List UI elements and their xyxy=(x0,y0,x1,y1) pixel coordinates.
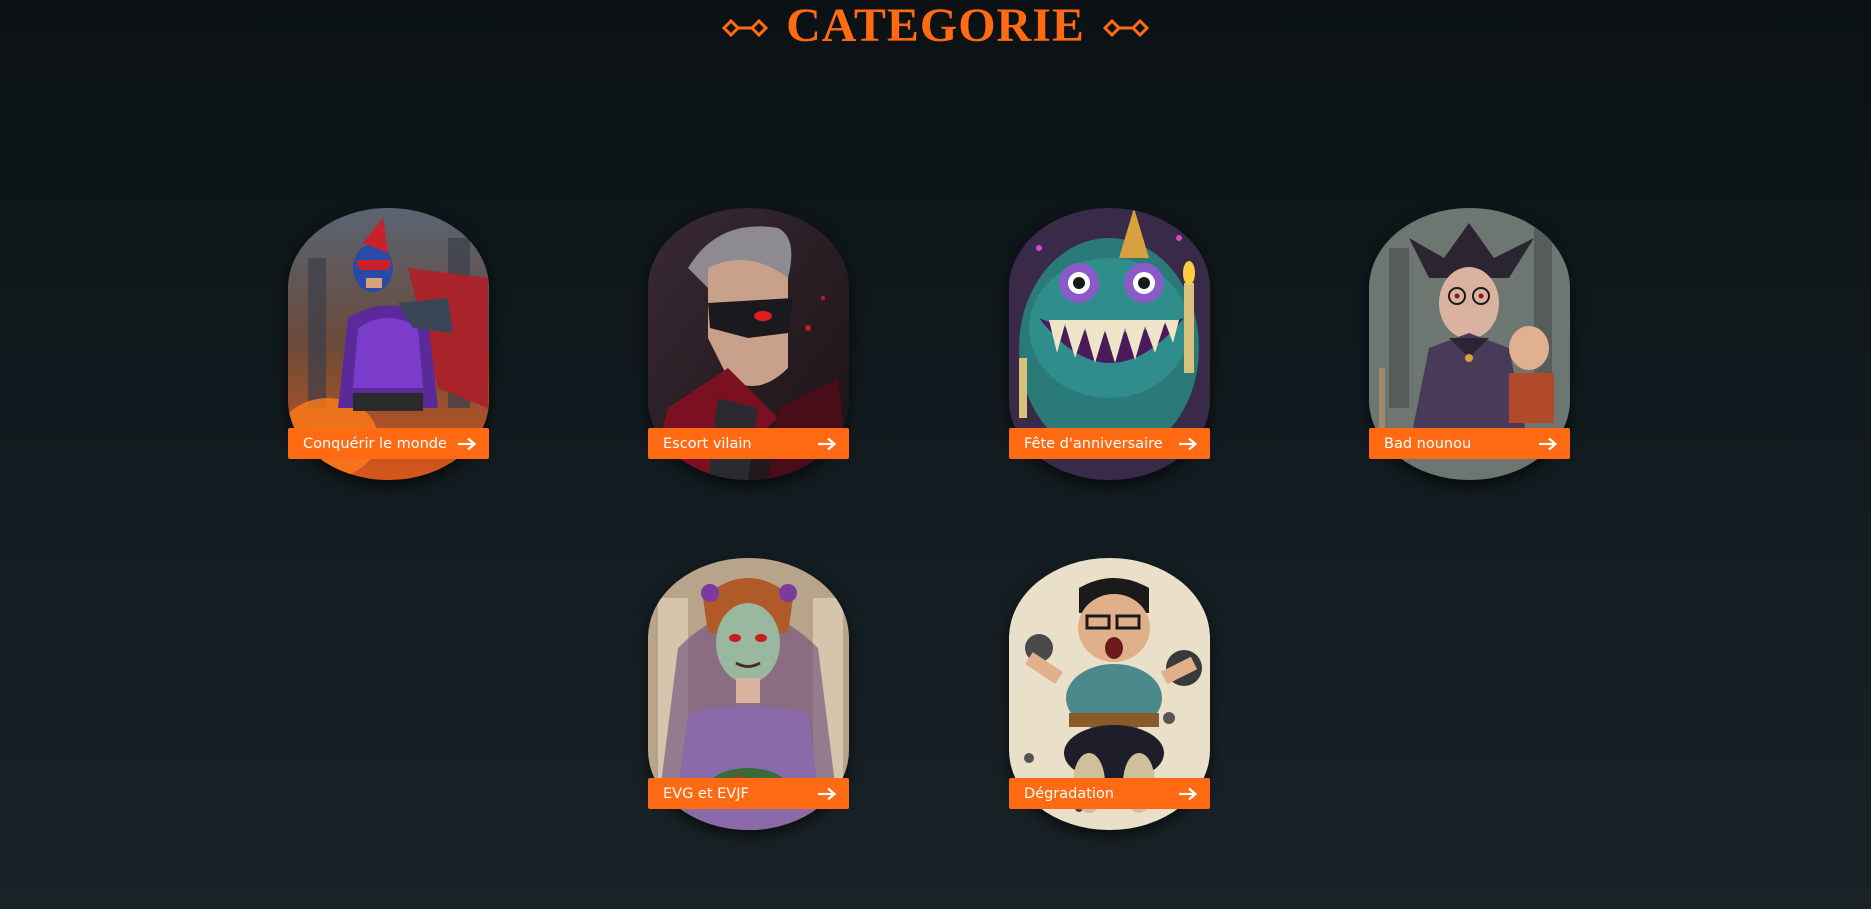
category-card-bad-nounou[interactable]: Bad nounou xyxy=(1369,208,1570,480)
arrow-right-icon xyxy=(1179,437,1198,450)
page-title: CATEGORIE xyxy=(786,0,1085,52)
category-label: Conquérir le monde xyxy=(303,435,447,452)
page-header: CATEGORIE xyxy=(0,0,1871,56)
category-button[interactable]: EVG et EVJF xyxy=(648,778,849,809)
category-card-degradation[interactable]: Dégradation xyxy=(1009,558,1210,830)
category-button[interactable]: Escort vilain xyxy=(648,428,849,459)
arrow-right-icon xyxy=(1179,787,1198,800)
arrow-right-icon xyxy=(818,787,837,800)
category-label: Fête d'anniversaire xyxy=(1024,435,1163,452)
category-card-evg-et-evjf[interactable]: EVG et EVJF xyxy=(648,558,849,830)
category-card-conquerir-le-monde[interactable]: Conquérir le monde xyxy=(288,208,489,480)
category-button[interactable]: Dégradation xyxy=(1009,778,1210,809)
left-ornament-icon xyxy=(722,18,769,38)
arrow-right-icon xyxy=(818,437,837,450)
category-button[interactable]: Fête d'anniversaire xyxy=(1009,428,1210,459)
arrow-right-icon xyxy=(1539,437,1558,450)
category-card-fete-anniversaire[interactable]: Fête d'anniversaire xyxy=(1009,208,1210,480)
category-button[interactable]: Conquérir le monde xyxy=(288,428,489,459)
arrow-right-icon xyxy=(458,437,477,450)
category-label: EVG et EVJF xyxy=(663,785,749,802)
category-label: Escort vilain xyxy=(663,435,752,452)
right-ornament-icon xyxy=(1102,18,1149,38)
category-card-escort-vilain[interactable]: Escort vilain xyxy=(648,208,849,480)
category-label: Bad nounou xyxy=(1384,435,1472,452)
category-button[interactable]: Bad nounou xyxy=(1369,428,1570,459)
category-label: Dégradation xyxy=(1024,785,1115,802)
